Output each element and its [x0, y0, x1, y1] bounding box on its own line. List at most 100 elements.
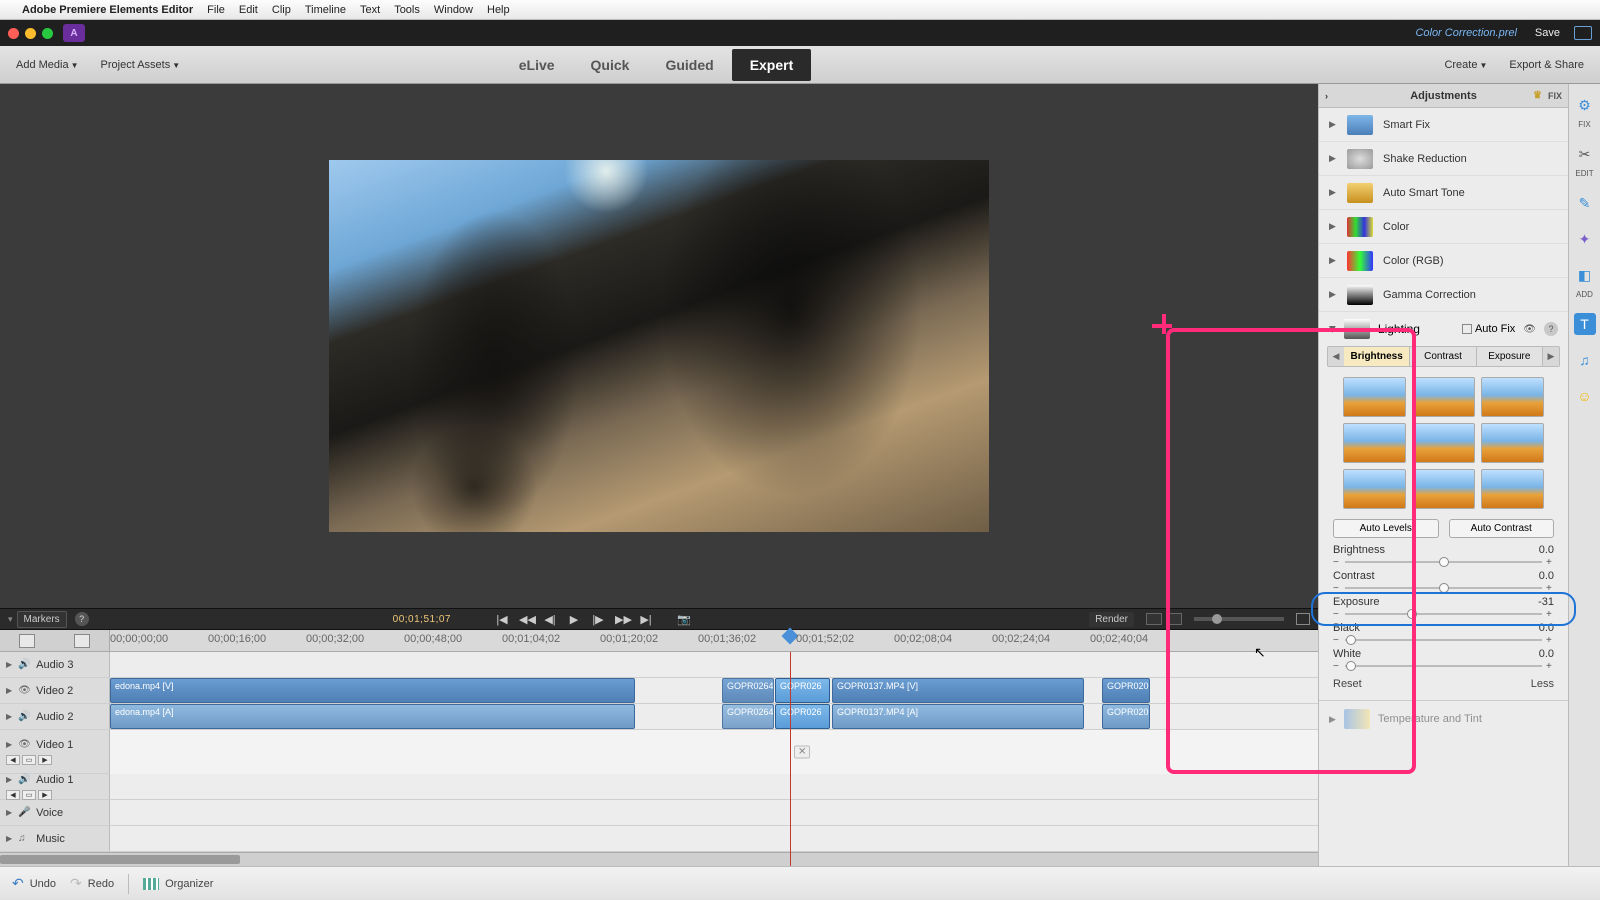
preset-1[interactable]: [1343, 377, 1406, 417]
project-assets-button[interactable]: Project Assets▼: [93, 55, 189, 75]
music-icon[interactable]: ♫: [18, 833, 30, 844]
preset-9[interactable]: [1481, 469, 1544, 509]
track-prev-icon[interactable]: ◀: [6, 790, 20, 800]
minimize-icon[interactable]: [25, 28, 36, 39]
organizer-button[interactable]: Organizer: [143, 878, 213, 890]
contrast-slider[interactable]: Contrast0.0 −+: [1319, 568, 1568, 594]
exposure-slider[interactable]: Exposure-31 −+: [1319, 594, 1568, 620]
timeline-zoom-slider[interactable]: [1194, 617, 1284, 621]
render-button[interactable]: Render: [1089, 612, 1134, 627]
collapse-icon[interactable]: ▶: [1327, 326, 1338, 333]
subtab-prev-icon[interactable]: ◀: [1328, 347, 1344, 366]
goto-start-icon[interactable]: |◀: [495, 613, 509, 626]
mode-quick[interactable]: Quick: [573, 49, 648, 81]
preset-7[interactable]: [1343, 469, 1406, 509]
close-icon[interactable]: [8, 28, 19, 39]
preset-2[interactable]: [1412, 377, 1475, 417]
preset-8[interactable]: [1412, 469, 1475, 509]
speaker-icon[interactable]: 🔊: [18, 711, 30, 722]
export-share-button[interactable]: Export & Share: [1501, 55, 1592, 75]
adj-auto-smart-tone[interactable]: ▶Auto Smart Tone: [1319, 176, 1568, 210]
goto-end-icon[interactable]: ▶|: [639, 613, 653, 626]
reset-button[interactable]: Reset: [1333, 678, 1362, 690]
timeline-ruler[interactable]: 00;00;00;0000;00;16;0000;00;32;0000;00;4…: [0, 630, 1318, 652]
fit-icon[interactable]: [1296, 613, 1310, 625]
frame-fwd-icon[interactable]: |▶: [591, 613, 605, 626]
clip-selected[interactable]: GOPR026: [775, 704, 830, 729]
snapshot-icon[interactable]: 📷: [677, 613, 691, 626]
adj-color-rgb[interactable]: ▶Color (RGB): [1319, 244, 1568, 278]
white-slider[interactable]: White0.0 −+: [1319, 646, 1568, 672]
menu-text[interactable]: Text: [360, 4, 380, 16]
delete-gap-icon[interactable]: ✕: [794, 746, 810, 759]
adjust-sliders-icon[interactable]: ⚙: [1574, 94, 1596, 116]
clip[interactable]: GOPR0264.: [722, 704, 774, 729]
step-fwd-icon[interactable]: ▶▶: [615, 613, 629, 626]
autofix-checkbox[interactable]: Auto Fix: [1462, 323, 1515, 335]
collapse-panel-icon[interactable]: ›: [1325, 91, 1328, 101]
track-next-icon[interactable]: ▶: [38, 755, 52, 765]
fullscreen-icon[interactable]: [1574, 26, 1592, 40]
frame-back-icon[interactable]: ◀|: [543, 613, 557, 626]
adj-smart-fix[interactable]: ▶Smart Fix: [1319, 108, 1568, 142]
adj-shake-reduction[interactable]: ▶Shake Reduction: [1319, 142, 1568, 176]
menu-file[interactable]: File: [207, 4, 225, 16]
redo-button[interactable]: ↷Redo: [70, 875, 114, 892]
track-box-icon[interactable]: ▭: [22, 790, 36, 800]
undo-button[interactable]: ↶Undo: [12, 875, 56, 892]
help-icon[interactable]: ?: [1544, 322, 1558, 336]
mode-guided[interactable]: Guided: [647, 49, 731, 81]
speaker-icon[interactable]: 🔊: [18, 774, 30, 785]
clip[interactable]: edona.mp4 [A]: [110, 704, 635, 729]
menu-window[interactable]: Window: [434, 4, 473, 16]
markers-button[interactable]: Markers: [17, 611, 67, 628]
track-tool-a-icon[interactable]: [19, 634, 35, 648]
subtab-next-icon[interactable]: ▶: [1543, 347, 1559, 366]
effects-icon[interactable]: ✂: [1574, 143, 1596, 165]
music-rail-icon[interactable]: ♫: [1574, 349, 1596, 371]
step-back-icon[interactable]: ◀◀: [519, 613, 533, 626]
preview-toggle-icon[interactable]: 👁: [1523, 324, 1536, 335]
menu-edit[interactable]: Edit: [239, 4, 258, 16]
preset-3[interactable]: [1481, 377, 1544, 417]
black-slider[interactable]: Black0.0 −+: [1319, 620, 1568, 646]
zoom-icon[interactable]: [42, 28, 53, 39]
menu-clip[interactable]: Clip: [272, 4, 291, 16]
transitions-icon[interactable]: ◧: [1574, 264, 1596, 286]
subtab-exposure[interactable]: Exposure: [1477, 347, 1543, 366]
toggle-b-icon[interactable]: [1166, 613, 1182, 625]
track-next-icon[interactable]: ▶: [38, 790, 52, 800]
mode-elive[interactable]: eLive: [501, 49, 573, 81]
create-button[interactable]: Create▼: [1436, 55, 1495, 75]
clip[interactable]: GOPR0264.: [722, 678, 774, 703]
clip[interactable]: GOPR0202: [1102, 678, 1150, 703]
fx-brush-icon[interactable]: ✎: [1574, 192, 1596, 214]
add-media-button[interactable]: Add Media▼: [8, 55, 87, 75]
clip[interactable]: GOPR0137.MP4 [V]: [832, 678, 1084, 703]
track-tool-b-icon[interactable]: [74, 634, 90, 648]
toggle-a-icon[interactable]: [1146, 613, 1162, 625]
video-preview[interactable]: [329, 160, 989, 532]
less-button[interactable]: Less: [1531, 678, 1554, 690]
mode-expert[interactable]: Expert: [732, 49, 812, 81]
fx-star-icon[interactable]: ✦: [1574, 228, 1596, 250]
app-name[interactable]: Adobe Premiere Elements Editor: [22, 4, 193, 16]
auto-levels-button[interactable]: Auto Levels: [1333, 519, 1439, 538]
adj-temperature-tint[interactable]: ▶ Temperature and Tint: [1319, 701, 1568, 729]
help-icon[interactable]: ?: [75, 612, 89, 626]
subtab-brightness[interactable]: Brightness: [1344, 347, 1410, 366]
clip-selected[interactable]: GOPR026: [775, 678, 830, 703]
save-button[interactable]: Save: [1535, 27, 1560, 39]
menu-timeline[interactable]: Timeline: [305, 4, 346, 16]
play-icon[interactable]: ▶: [567, 613, 581, 626]
menu-tools[interactable]: Tools: [394, 4, 420, 16]
auto-contrast-button[interactable]: Auto Contrast: [1449, 519, 1555, 538]
adj-gamma[interactable]: ▶Gamma Correction: [1319, 278, 1568, 312]
menu-help[interactable]: Help: [487, 4, 510, 16]
track-prev-icon[interactable]: ◀: [6, 755, 20, 765]
track-box-icon[interactable]: ▭: [22, 755, 36, 765]
mic-icon[interactable]: 🎤: [18, 807, 30, 818]
clip[interactable]: GOPR0202: [1102, 704, 1150, 729]
timeline-scrollbar[interactable]: [0, 852, 1318, 866]
adj-color[interactable]: ▶Color: [1319, 210, 1568, 244]
